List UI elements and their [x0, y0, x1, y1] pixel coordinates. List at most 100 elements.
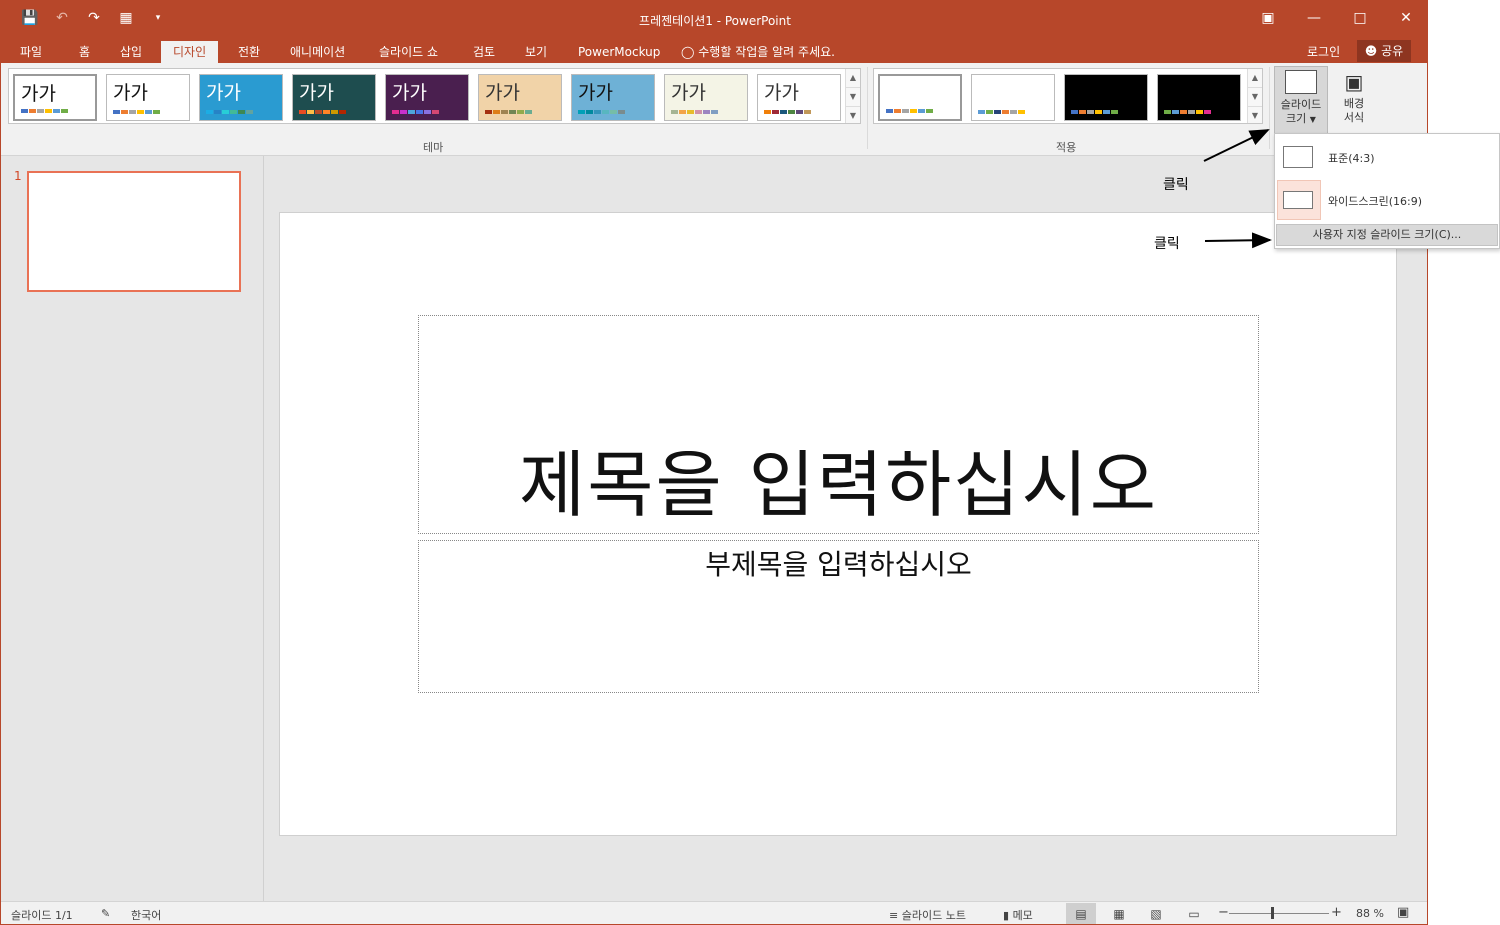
standard-label: 표준(4:3) — [1328, 152, 1375, 165]
share-button[interactable]: ☻ 공유 — [1357, 40, 1411, 62]
subtitle-placeholder[interactable]: 부제목을 입력하십시오 — [418, 540, 1259, 693]
format-bg-label-2: 서식 — [1343, 111, 1365, 124]
zoom-in-icon[interactable]: + — [1331, 905, 1342, 920]
more-icon[interactable]: ▼ — [1248, 107, 1262, 125]
variant-thumb[interactable] — [1064, 74, 1148, 121]
tab-transitions[interactable]: 전환 — [226, 41, 272, 63]
tab-design[interactable]: 디자인 — [161, 41, 219, 63]
slide-number: 1 — [14, 169, 22, 183]
slideshow-view-icon[interactable]: ▭ — [1179, 903, 1209, 924]
theme-thumb-text: 가가 — [113, 82, 148, 104]
tab-view[interactable]: 보기 — [513, 41, 559, 63]
scroll-up-icon[interactable]: ▲ — [1248, 69, 1262, 88]
theme-thumb[interactable]: 가가 — [757, 74, 841, 121]
theme-thumb[interactable]: 가가 — [478, 74, 562, 121]
scroll-down-icon[interactable]: ▼ — [1248, 88, 1262, 107]
paint-bucket-icon: ▣ — [1344, 70, 1364, 94]
group-divider — [867, 67, 868, 149]
slide-size-button[interactable]: 슬라이드 크기 ▼ — [1274, 66, 1328, 136]
tab-home[interactable]: 홈 — [67, 41, 102, 63]
theme-thumb-text: 가가 — [299, 82, 334, 104]
slide-size-label-1: 슬라이드 — [1280, 98, 1322, 111]
zoom-slider[interactable] — [1229, 913, 1329, 914]
tell-me-box[interactable]: ◯ 수행할 작업을 알려 주세요. — [681, 41, 835, 63]
tell-me-text: 수행할 작업을 알려 주세요. — [698, 45, 835, 59]
slide-size-label-2: 크기 — [1286, 112, 1307, 125]
comments-label: 메모 — [1012, 909, 1033, 922]
standard-ratio-icon — [1283, 146, 1313, 168]
spellcheck-icon[interactable]: ✎ — [101, 907, 110, 920]
maximize-icon[interactable]: □ — [1337, 1, 1383, 35]
title-placeholder-text: 제목을 입력하십시오 — [518, 443, 1159, 527]
themes-gallery-scroll[interactable]: ▲ ▼ ▼ — [845, 69, 860, 123]
format-background-button[interactable]: ▣ 배경 서식 — [1328, 66, 1380, 134]
menu-item-custom-size[interactable]: 사용자 지정 슬라이드 크기(C)... — [1276, 224, 1498, 246]
notes-icon: ≡ — [889, 909, 899, 922]
minimize-icon[interactable]: — — [1291, 1, 1337, 35]
powerpoint-window: 💾 ↶ ↷ ▦ ▾ 프레젠테이션1 - PowerPoint ▣ — □ ✕ 파… — [0, 0, 1428, 925]
more-icon[interactable]: ▼ — [846, 107, 860, 125]
group-divider — [1269, 67, 1270, 149]
widescreen-label: 와이드스크린(16:9) — [1328, 195, 1423, 208]
title-bar: 💾 ↶ ↷ ▦ ▾ 프레젠테이션1 - PowerPoint ▣ — □ ✕ — [1, 1, 1427, 37]
title-placeholder[interactable]: 제목을 입력하십시오 — [418, 315, 1259, 534]
subtitle-placeholder-text: 부제목을 입력하십시오 — [705, 548, 972, 581]
notes-label: 슬라이드 노트 — [901, 909, 966, 922]
comment-icon: ▮ — [1003, 909, 1010, 922]
scroll-up-icon[interactable]: ▲ — [846, 69, 860, 88]
themes-gallery: 가가 가가 가가 가가 가가 가가 가가 가가 가가 ▲ ▼ ▼ — [8, 68, 861, 124]
zoom-slider-thumb[interactable] — [1271, 907, 1274, 919]
theme-thumb-text: 가가 — [485, 82, 520, 104]
tab-file[interactable]: 파일 — [8, 41, 54, 63]
slide-sorter-icon[interactable]: ▦ — [1104, 903, 1134, 924]
tab-review[interactable]: 검토 — [461, 41, 507, 63]
zoom-out-icon[interactable]: − — [1218, 905, 1229, 920]
ribbon-display-icon[interactable]: ▣ — [1245, 1, 1291, 35]
variants-gallery-scroll[interactable]: ▲ ▼ ▼ — [1247, 69, 1262, 123]
slide-size-menu: 표준(4:3) 와이드스크린(16:9) 사용자 지정 슬라이드 크기(C)..… — [1274, 133, 1500, 249]
menu-item-standard[interactable]: 표준(4:3) — [1275, 136, 1497, 176]
variant-thumb[interactable] — [971, 74, 1055, 121]
ribbon-tabs: 파일 홈 삽입 디자인 전환 애니메이션 슬라이드 쇼 검토 보기 PowerM… — [1, 37, 1427, 63]
themes-group-label: 테마 — [423, 141, 444, 154]
theme-thumb-text: 가가 — [764, 82, 799, 104]
theme-thumb[interactable]: 가가 — [106, 74, 190, 121]
theme-thumb-text: 가가 — [392, 82, 427, 104]
theme-thumb[interactable]: 가가 — [199, 74, 283, 121]
annotation-click-1: 클릭 — [1163, 177, 1189, 193]
status-bar: 슬라이드 1/1 ✎ 한국어 ≡ 슬라이드 노트 ▮ 메모 ▤ ▦ ▧ ▭ − … — [1, 901, 1427, 924]
format-bg-label-1: 배경 — [1343, 97, 1365, 110]
notes-button[interactable]: ≡ 슬라이드 노트 — [889, 907, 966, 923]
lightbulb-icon: ◯ — [681, 45, 695, 59]
slide-thumbnail[interactable] — [27, 171, 241, 292]
theme-thumb[interactable]: 가가 — [385, 74, 469, 121]
variants-gallery: ▲ ▼ ▼ — [873, 68, 1263, 124]
chevron-down-icon: ▼ — [1309, 115, 1316, 124]
variant-thumb[interactable] — [1157, 74, 1241, 121]
theme-thumb-text: 가가 — [578, 82, 613, 104]
variant-thumb[interactable] — [878, 74, 962, 121]
reading-view-icon[interactable]: ▧ — [1141, 903, 1171, 924]
menu-item-widescreen[interactable]: 와이드스크린(16:9) — [1275, 179, 1497, 220]
theme-thumb[interactable]: 가가 — [292, 74, 376, 121]
theme-thumb-text: 가가 — [21, 83, 56, 105]
tab-insert[interactable]: 삽입 — [108, 41, 154, 63]
tab-slideshow[interactable]: 슬라이드 쇼 — [367, 41, 450, 63]
annotation-click-2: 클릭 — [1154, 236, 1180, 252]
theme-thumb[interactable]: 가가 — [571, 74, 655, 121]
person-icon: ☻ — [1364, 44, 1378, 58]
login-link[interactable]: 로그인 — [1307, 41, 1340, 63]
close-icon[interactable]: ✕ — [1383, 1, 1427, 35]
tab-powermockup[interactable]: PowerMockup — [566, 41, 672, 63]
comments-button[interactable]: ▮ 메모 — [1003, 907, 1033, 923]
theme-thumb[interactable]: 가가 — [664, 74, 748, 121]
zoom-level[interactable]: 88 % — [1356, 907, 1384, 920]
tab-animations[interactable]: 애니메이션 — [278, 41, 357, 63]
theme-thumb[interactable]: 가가 — [13, 74, 97, 121]
variants-group-label: 적용 — [1056, 141, 1077, 154]
fit-to-window-icon[interactable]: ▣ — [1397, 905, 1409, 920]
language[interactable]: 한국어 — [131, 907, 161, 923]
normal-view-icon[interactable]: ▤ — [1066, 903, 1096, 924]
theme-thumb-text: 가가 — [671, 82, 706, 104]
scroll-down-icon[interactable]: ▼ — [846, 88, 860, 107]
